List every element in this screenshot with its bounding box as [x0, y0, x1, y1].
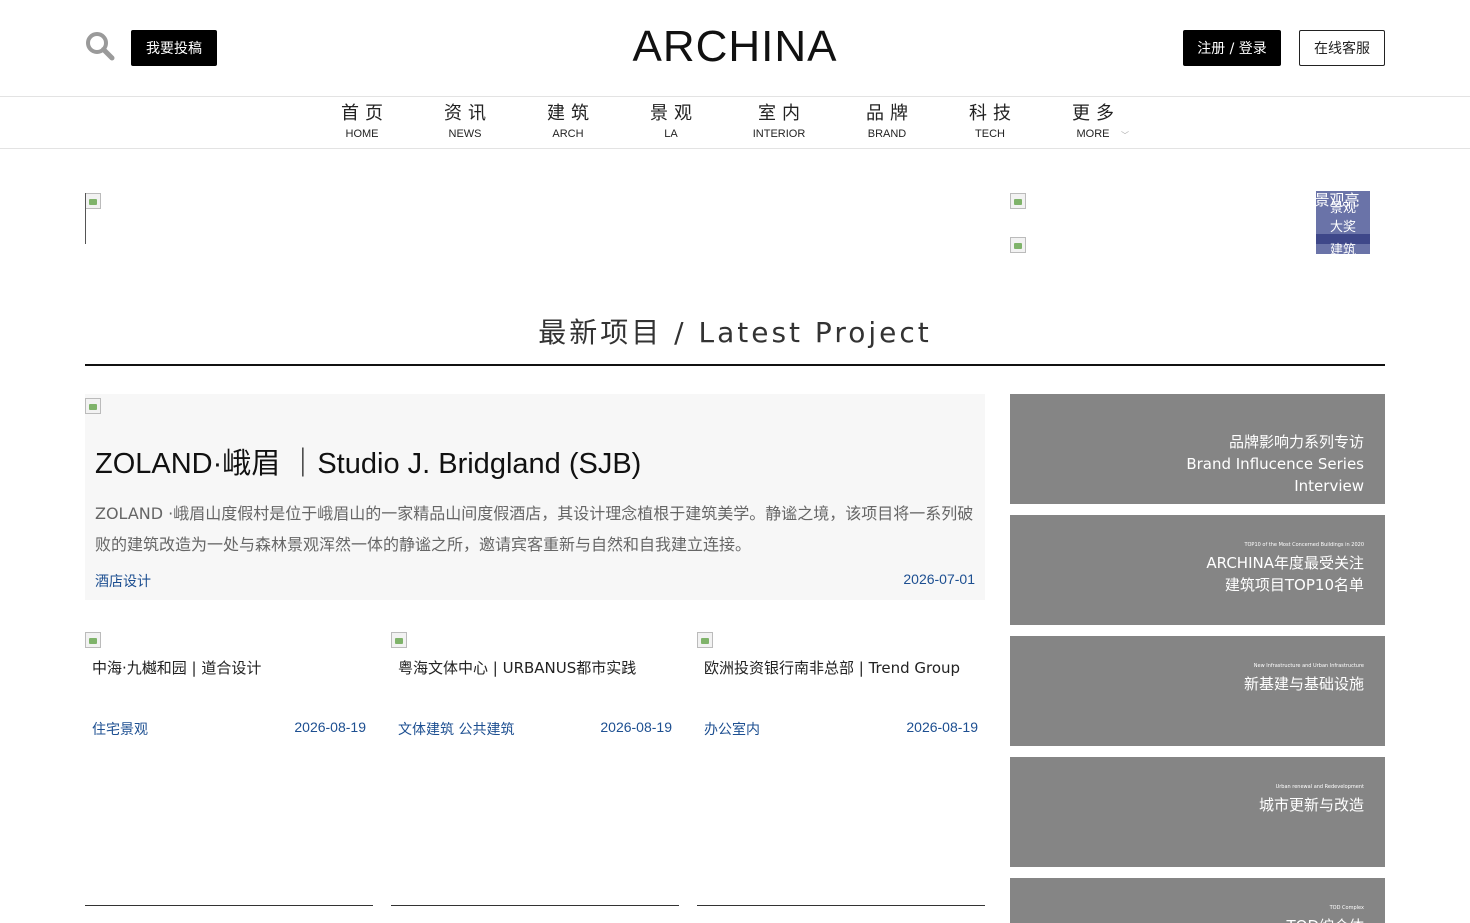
card-image[interactable] [697, 632, 713, 648]
nav-item-brand[interactable]: 品牌 BRAND [847, 103, 927, 140]
panel-heading: 城市更新与改造 [1259, 794, 1364, 816]
nav-label-zh: 品牌 [866, 103, 914, 124]
online-service-button[interactable]: 在线客服 [1299, 30, 1385, 66]
panel-heading: ARCHINA年度最受关注 建筑项目TOP10名单 [1206, 552, 1364, 596]
banner-divider [85, 193, 86, 244]
nav-label-en: ARCH [552, 128, 584, 140]
card-date: 2026-08-19 [600, 719, 672, 735]
panel-heading-line: Brand Influcence Series [1186, 455, 1364, 473]
featured-tag[interactable]: 酒店设计 [95, 571, 151, 591]
featured-title[interactable]: ZOLAND·峨眉 ｜Studio J. Bridgland (SJB) [95, 440, 641, 482]
nav-item-interior[interactable]: 室内 INTERIOR [739, 103, 819, 140]
award-tag[interactable]: 大奖 [1316, 220, 1370, 236]
login-register-button[interactable]: 注册 / 登录 [1183, 30, 1281, 66]
nav-label-zh: 建筑 [547, 103, 595, 124]
nav-label-zh: 资讯 [444, 103, 492, 124]
featured-date: 2026-07-01 [903, 571, 975, 587]
panel-heading-line: TOD综合体 [1286, 915, 1364, 923]
urban-renewal-panel[interactable]: Urban renewal and Redevelopment 城市更新与改造 [1010, 757, 1385, 867]
card-tag[interactable]: 文体建筑 公共建筑 [398, 719, 514, 739]
featured-image[interactable] [85, 398, 101, 414]
panel-heading-line: 城市更新与改造 [1258, 796, 1364, 814]
nav-item-la[interactable]: 景观 LA [631, 103, 711, 140]
card-image[interactable] [85, 632, 101, 648]
brand-interview-panel[interactable]: 品牌影响力系列专访 Brand Influcence Series Interv… [1010, 394, 1385, 504]
panel-heading-line: 建筑项目TOP10名单 [1224, 576, 1364, 594]
project-card[interactable]: 粤海文体中心 | URBANUS都市实践 文体建筑 公共建筑 2026-08-1… [391, 632, 679, 906]
panel-heading: 新基建与基础设施 [1244, 673, 1364, 695]
panel-subtitle: Urban renewal and Redevelopment [1275, 784, 1364, 790]
nav-item-news[interactable]: 资讯 NEWS [425, 103, 505, 140]
tod-complex-panel[interactable]: TOD Complex TOD综合体 [1010, 878, 1385, 923]
nav-label-zh: 科技 [969, 103, 1017, 124]
featured-description: ZOLAND ·峨眉山度假村是位于峨眉山的一家精品山间度假酒店，其设计理念植根于… [95, 504, 974, 554]
main-nav: 首页 HOME 资讯 NEWS 建筑 ARCH 景观 LA 室内 INTERIO… [0, 97, 1470, 149]
nav-label-zh: 更多 [1072, 103, 1120, 124]
card-title[interactable]: 中海·九樾和园 | 道合设计 [92, 657, 261, 678]
section-title: 最新项目 / Latest Project [538, 316, 932, 349]
card-tag[interactable]: 办公室内 [704, 719, 760, 739]
nav-label-zh: 首页 [341, 103, 389, 124]
card-date: 2026-08-19 [294, 719, 366, 735]
project-card[interactable]: 欧洲投资银行南非总部 | Trend Group 办公室内 2026-08-19 [697, 632, 985, 906]
card-tag[interactable]: 住宅景观 [92, 719, 148, 739]
panel-heading-line: 品牌影响力系列专访 [1228, 433, 1364, 451]
infrastructure-panel[interactable]: New Infrastructure and Urban Infrastruct… [1010, 636, 1385, 746]
card-image[interactable] [391, 632, 407, 648]
panel-heading: TOD综合体 [1286, 915, 1364, 923]
nav-label-en: HOME [345, 128, 379, 140]
panel-heading: 品牌影响力系列专访 Brand Influcence Series Interv… [1186, 431, 1364, 497]
nav-item-tech[interactable]: 科技 TECH [950, 103, 1030, 140]
panel-subtitle: New Infrastructure and Urban Infrastruct… [1253, 663, 1364, 669]
nav-label-en: INTERIOR [752, 128, 806, 140]
section-divider [85, 364, 1385, 366]
award-tag-carousel[interactable]: 景观亮 景观 大奖 建筑 [1316, 191, 1370, 254]
nav-item-arch[interactable]: 建筑 ARCH [528, 103, 608, 140]
nav-label-en: LA [664, 128, 678, 140]
award-tag[interactable]: 建筑 [1316, 243, 1370, 254]
featured-project[interactable]: ZOLAND·峨眉 ｜Studio J. Bridgland (SJB) ZOL… [85, 394, 985, 600]
chevron-down-icon[interactable]: ﹀ [1121, 130, 1129, 141]
panel-heading-line: 新基建与基础设施 [1243, 675, 1364, 693]
site-header: 我要投稿 ARCHINA 注册 / 登录 在线客服 [0, 0, 1470, 97]
nav-label-en: BRAND [867, 128, 907, 140]
panel-heading-line: ARCHINA年度最受关注 [1206, 554, 1364, 572]
top10-panel[interactable]: TOP10 of the Most Concerned Buildings in… [1010, 515, 1385, 625]
award-tag[interactable]: 景观 [1316, 201, 1370, 217]
card-title[interactable]: 欧洲投资银行南非总部 | Trend Group [704, 657, 960, 678]
site-logo[interactable]: ARCHINA [585, 22, 885, 72]
project-card[interactable]: 中海·九樾和园 | 道合设计 住宅景观 2026-08-19 [85, 632, 373, 906]
nav-label-zh: 室内 [758, 103, 806, 124]
card-title[interactable]: 粤海文体中心 | URBANUS都市实践 [398, 657, 636, 678]
card-date: 2026-08-19 [906, 719, 978, 735]
panel-subtitle: TOD Complex [1329, 905, 1364, 911]
side-banner-image[interactable] [1010, 237, 1026, 253]
search-icon[interactable] [85, 31, 115, 61]
nav-item-home[interactable]: 首页 HOME [322, 103, 402, 140]
side-banner-image[interactable] [1010, 193, 1026, 209]
panel-heading-line: Interview [1294, 477, 1364, 495]
submit-article-button[interactable]: 我要投稿 [131, 30, 217, 66]
nav-label-zh: 景观 [650, 103, 698, 124]
nav-label-en: TECH [975, 128, 1005, 140]
nav-label-en: NEWS [448, 128, 482, 140]
main-banner-image[interactable] [85, 193, 101, 209]
panel-subtitle: TOP10 of the Most Concerned Buildings in… [1244, 542, 1364, 548]
